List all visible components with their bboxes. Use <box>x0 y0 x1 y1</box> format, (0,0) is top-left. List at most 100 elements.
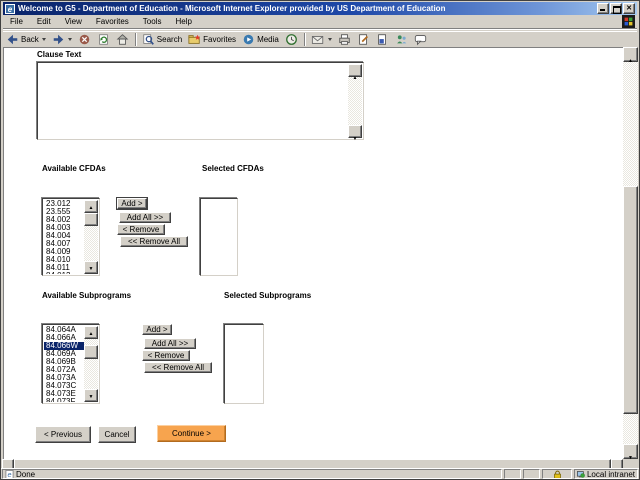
cfda-remove-all-button[interactable]: << Remove All <box>120 236 188 247</box>
forward-icon <box>53 34 64 45</box>
scrollbar-thumb[interactable] <box>623 186 638 414</box>
subprograms-listbox-scrollbar[interactable] <box>84 326 98 402</box>
vertical-scrollbar[interactable] <box>623 47 638 459</box>
svg-text:e: e <box>8 470 12 479</box>
scroll-up-button[interactable] <box>348 64 362 77</box>
subprogram-add-all-button[interactable]: Add All >> <box>144 338 196 349</box>
window-icon: e <box>5 3 15 14</box>
search-icon <box>143 34 154 45</box>
home-button[interactable] <box>113 32 132 47</box>
subprogram-remove-button[interactable]: < Remove <box>142 350 190 361</box>
available-subprograms-listbox[interactable]: 84.064A 84.066A 84.066W 84.069A 84.069B 84.07… <box>42 324 100 404</box>
scroll-down-button[interactable] <box>623 444 638 459</box>
scroll-down-button[interactable] <box>348 125 362 138</box>
status-bar: e Done Local intranet <box>1 468 639 479</box>
messenger-button[interactable] <box>392 32 411 47</box>
status-pane: e Done <box>2 469 502 479</box>
scrollbar-thumb[interactable] <box>84 345 98 359</box>
mail-dropdown-icon[interactable] <box>327 38 332 41</box>
word-document-icon <box>378 34 386 45</box>
zone-pane: Local intranet <box>574 469 638 479</box>
local-intranet-icon <box>577 470 585 478</box>
search-button[interactable]: Search <box>139 32 185 47</box>
zone-text: Local intranet <box>586 469 635 479</box>
stop-button[interactable] <box>75 32 94 47</box>
back-dropdown-icon[interactable] <box>41 38 46 41</box>
subprogram-remove-all-button[interactable]: << Remove All <box>144 362 212 373</box>
mail-button[interactable] <box>308 32 335 47</box>
favorites-label: Favorites <box>203 35 237 44</box>
forward-dropdown-icon[interactable] <box>67 38 72 41</box>
menu-item[interactable]: Help <box>168 15 198 28</box>
cancel-button[interactable]: Cancel <box>98 426 136 443</box>
favorites-button[interactable]: Favorites <box>185 32 239 47</box>
media-label: Media <box>257 35 279 44</box>
edit-icon <box>359 34 368 45</box>
cfda-add-button[interactable]: Add > <box>116 197 148 210</box>
menu-item[interactable]: View <box>58 15 89 28</box>
toolbar: Back Search Favorites Media <box>3 31 637 49</box>
forward-button[interactable] <box>49 32 75 47</box>
clause-text-label: Clause Text <box>37 50 82 59</box>
print-icon <box>339 34 350 45</box>
mail-icon <box>311 36 324 44</box>
subprogram-add-button[interactable]: Add > <box>142 324 172 335</box>
window-title: Welcome to G5 - Department of Education … <box>18 4 446 13</box>
subprogram-option[interactable]: 84.073F <box>44 398 84 403</box>
menu-item[interactable]: Favorites <box>89 15 136 28</box>
history-button[interactable] <box>282 32 301 47</box>
menu-item[interactable]: Tools <box>136 15 169 28</box>
selected-cfdas-listbox[interactable] <box>200 198 238 276</box>
available-subprograms-label: Available Subprograms <box>42 291 132 300</box>
clause-textarea[interactable] <box>37 62 364 140</box>
page-status-icon: e <box>5 470 14 479</box>
cfda-listbox-scrollbar[interactable] <box>84 200 98 274</box>
refresh-button[interactable] <box>94 32 113 47</box>
scroll-up-button[interactable] <box>84 200 98 213</box>
cfda-option[interactable]: 84.012 <box>44 272 84 275</box>
title-bar: e Welcome to G5 - Department of Educatio… <box>3 2 637 15</box>
refresh-icon <box>98 34 108 45</box>
status-pane-empty <box>504 469 521 479</box>
stop-icon <box>79 34 90 45</box>
toolbar-separator <box>303 33 305 46</box>
security-pane <box>542 469 572 479</box>
menu-item[interactable]: Edit <box>30 15 58 28</box>
media-icon <box>243 34 254 45</box>
selected-subprograms-listbox[interactable] <box>224 324 264 404</box>
browser-window: e Welcome to G5 - Department of Educatio… <box>0 0 640 480</box>
minimize-button[interactable] <box>597 3 609 14</box>
close-button[interactable] <box>623 3 635 14</box>
scrollbar-thumb[interactable] <box>84 213 98 226</box>
media-button[interactable]: Media <box>239 32 282 47</box>
back-label: Back <box>21 35 39 44</box>
discuss-icon <box>414 35 426 46</box>
search-label: Search <box>156 35 183 44</box>
discuss-button[interactable] <box>411 32 430 47</box>
scroll-down-button[interactable] <box>84 261 98 274</box>
previous-button[interactable]: < Previous <box>35 426 91 443</box>
restore-button[interactable] <box>610 3 622 14</box>
available-cfdas-label: Available CFDAs <box>42 164 106 173</box>
cfda-remove-button[interactable]: < Remove <box>117 224 165 235</box>
continue-button[interactable]: Continue > <box>157 425 226 442</box>
home-icon <box>116 34 129 45</box>
available-cfdas-listbox[interactable]: 23.012 23.555 84.002 84.003 84.004 84.007 84.0… <box>42 198 100 276</box>
back-button[interactable]: Back <box>3 32 49 47</box>
edit-button[interactable] <box>354 32 373 47</box>
selected-subprograms-label: Selected Subprograms <box>224 291 312 300</box>
page-content: Clause Text Available CFDAs Selected CFD… <box>3 47 625 459</box>
favorites-icon <box>188 34 201 44</box>
scroll-up-button[interactable] <box>84 326 98 339</box>
menu-item[interactable]: File <box>3 15 30 28</box>
print-button[interactable] <box>335 32 354 47</box>
messenger-icon <box>397 35 407 44</box>
scroll-up-button[interactable] <box>623 47 638 62</box>
scroll-down-button[interactable] <box>84 389 98 402</box>
textarea-scrollbar[interactable] <box>348 64 362 138</box>
status-pane-empty <box>523 469 540 479</box>
cfda-add-all-button[interactable]: Add All >> <box>119 212 171 223</box>
status-text: Done <box>16 469 36 479</box>
edit-word-button[interactable] <box>373 32 392 47</box>
selected-cfdas-label: Selected CFDAs <box>202 164 264 173</box>
